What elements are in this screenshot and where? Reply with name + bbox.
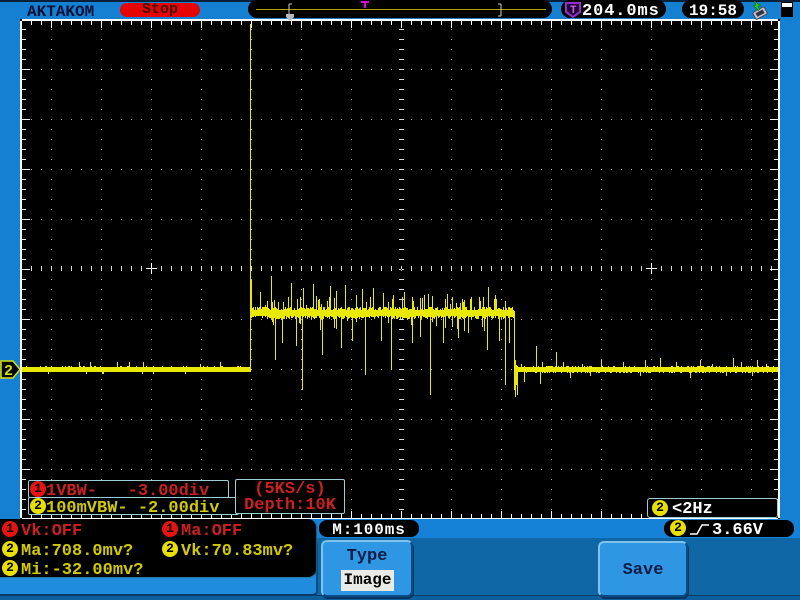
svg-text:T: T	[570, 5, 577, 17]
svg-text:2: 2	[4, 363, 13, 380]
